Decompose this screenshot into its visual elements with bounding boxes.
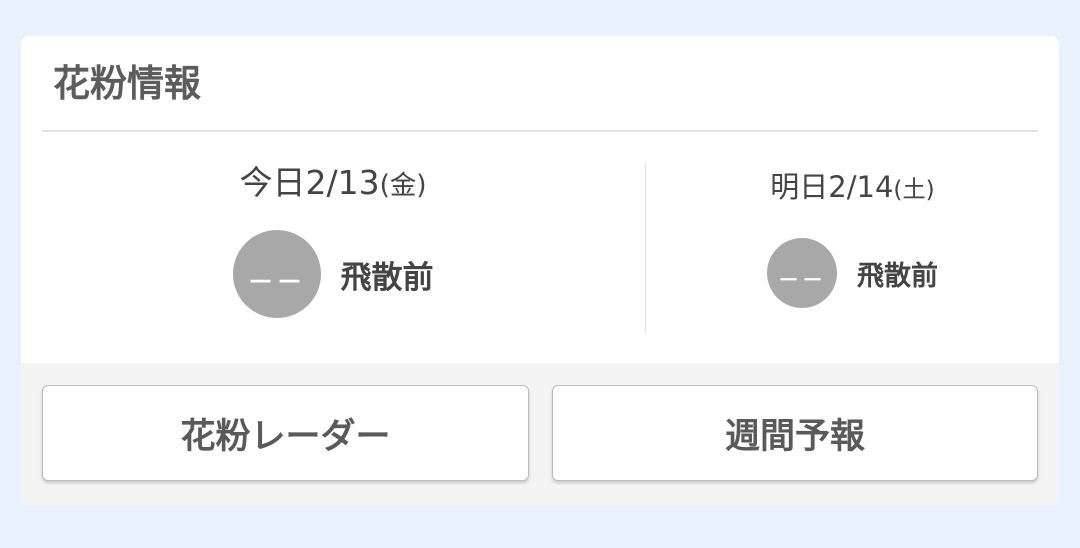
today-level-value: －－: [247, 267, 306, 298]
weekly-forecast-button[interactable]: 週間予報: [552, 385, 1038, 481]
today-level: －－ 飛散前: [21, 230, 645, 318]
today-level-icon: －－: [232, 230, 321, 318]
today-date: 今日2/13(金): [21, 160, 645, 209]
tomorrow-level-label: 飛散前: [857, 260, 938, 292]
today-prefix: 今日: [239, 163, 306, 202]
tomorrow-level-value: －－: [778, 268, 826, 292]
today-forecast: 今日2/13(金) －－ 飛散前: [21, 132, 645, 364]
today-level-label: 飛散前: [340, 259, 434, 296]
tomorrow-date-value: 2/14: [828, 170, 894, 204]
tomorrow-date: 明日2/14(土): [646, 166, 1059, 211]
button-area: 花粉レーダー 週間予報: [21, 363, 1059, 506]
tomorrow-weekday: (土): [893, 176, 935, 203]
tomorrow-level: －－ 飛散前: [646, 238, 1059, 308]
today-date-value: 2/13: [305, 163, 380, 202]
tomorrow-forecast: 明日2/14(土) －－ 飛散前: [646, 132, 1059, 364]
tomorrow-level-icon: －－: [767, 238, 837, 308]
tomorrow-prefix: 明日: [770, 170, 829, 204]
pollen-info-card: 花粉情報 今日2/13(金) －－ 飛散前 明日2/14(土) －－ 飛散前 花…: [21, 36, 1059, 506]
today-weekday: (金): [379, 170, 427, 201]
card-title: 花粉情報: [53, 62, 201, 105]
pollen-radar-button[interactable]: 花粉レーダー: [42, 385, 529, 481]
